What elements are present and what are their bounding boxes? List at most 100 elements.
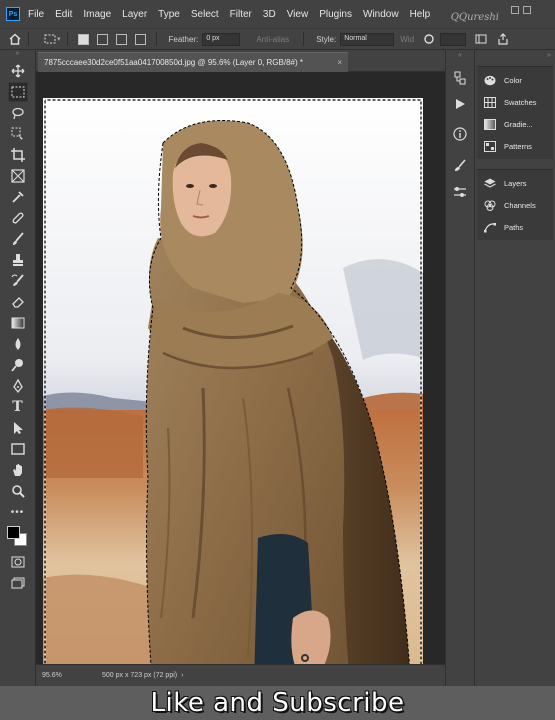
zoom-level[interactable]: 95.6%	[42, 672, 82, 679]
subscribe-banner-text: Like and Subscribe	[150, 688, 405, 718]
menu-plugins[interactable]: Plugins	[319, 9, 352, 20]
frame-tool-icon[interactable]	[8, 166, 28, 186]
divider	[66, 32, 68, 46]
panel-color[interactable]: Color	[477, 69, 553, 91]
panel-layers-label: Layers	[504, 178, 527, 188]
panel-group-color: Color Swatches Gradie... Patterns	[477, 66, 553, 159]
workspace-icon[interactable]	[474, 32, 488, 46]
height-input[interactable]	[440, 32, 467, 46]
panel-swatches[interactable]: Swatches	[477, 91, 553, 113]
feather-label: Feather:	[168, 34, 199, 44]
menu-view[interactable]: View	[287, 9, 309, 20]
crop-tool-icon[interactable]	[8, 145, 28, 165]
hand-tool-icon[interactable]	[8, 460, 28, 480]
palette-icon	[483, 75, 496, 86]
new-selection-button[interactable]	[77, 33, 89, 45]
zoom-tool-icon[interactable]	[8, 481, 28, 501]
healing-brush-tool-icon[interactable]	[8, 208, 28, 228]
maximize-icon[interactable]	[523, 6, 531, 14]
home-icon[interactable]	[8, 32, 22, 46]
tools-panel: » T •••	[0, 50, 36, 686]
document-size: 500 px x 723 px (72 ppi)	[102, 672, 178, 679]
menu-window[interactable]: Window	[363, 9, 399, 20]
color-swatches[interactable]	[6, 526, 29, 548]
panel-gradients[interactable]: Gradie...	[477, 113, 553, 135]
subtract-selection-button[interactable]	[115, 33, 127, 45]
status-menu-icon[interactable]: ›	[181, 672, 183, 679]
rectangular-marquee-tool-icon[interactable]	[7, 82, 28, 102]
divider	[303, 32, 305, 46]
eyedropper-tool-icon[interactable]	[8, 187, 28, 207]
menu-type[interactable]: Type	[158, 9, 180, 20]
share-icon[interactable]	[496, 32, 510, 46]
blur-tool-icon[interactable]	[8, 334, 28, 354]
divider	[155, 32, 157, 46]
pattern-icon	[483, 140, 496, 152]
menu-file[interactable]: File	[28, 9, 44, 20]
panel-paths[interactable]: Paths	[477, 216, 553, 238]
document-tab[interactable]: 7875cccaee30d2ce0f51aa041700850d.jpg @ 9…	[38, 52, 348, 72]
panel-patterns-label: Patterns	[504, 141, 532, 151]
type-tool-icon[interactable]: T	[8, 397, 28, 417]
move-tool-icon[interactable]	[8, 61, 28, 81]
panel-channels[interactable]: Channels	[477, 194, 553, 216]
panel-collapse-icon[interactable]: «	[446, 52, 474, 62]
quick-mask-icon[interactable]	[8, 552, 28, 572]
panel-dock-strip: «	[445, 50, 475, 686]
layers-icon	[483, 178, 496, 189]
object-selection-tool-icon[interactable]	[8, 124, 28, 144]
document-tab-title: 7875cccaee30d2ce0f51aa041700850d.jpg @ 9…	[44, 58, 303, 67]
add-selection-button[interactable]	[96, 33, 108, 45]
panel-collapse-icon[interactable]: »	[0, 50, 35, 60]
menu-filter[interactable]: Filter	[230, 9, 252, 20]
menu-layer[interactable]: Layer	[122, 9, 147, 20]
menu-bar: Ps File Edit Image Layer Type Select Fil…	[0, 0, 555, 28]
panel-patterns[interactable]: Patterns	[477, 135, 553, 157]
panel-layers[interactable]: Layers	[477, 172, 553, 194]
info-icon[interactable]	[450, 124, 470, 144]
status-bar: 95.6% 500 px x 723 px (72 ppi) ›	[36, 664, 445, 686]
divider	[28, 32, 29, 46]
menu-select[interactable]: Select	[191, 9, 219, 20]
path-selection-tool-icon[interactable]	[8, 418, 28, 438]
photoshop-logo-icon[interactable]: Ps	[6, 7, 20, 21]
more-tools-icon[interactable]: •••	[8, 502, 28, 522]
feather-input[interactable]: 0 px	[202, 32, 241, 46]
canvas-workspace	[36, 72, 445, 719]
panel-channels-label: Channels	[504, 200, 536, 210]
clone-stamp-tool-icon[interactable]	[8, 250, 28, 270]
foreground-color-swatch[interactable]	[6, 526, 20, 539]
rectangle-tool-icon[interactable]	[8, 439, 28, 459]
swap-icon[interactable]	[422, 32, 436, 46]
panel-expand-icon[interactable]: »	[475, 52, 555, 62]
adjustments-icon[interactable]	[450, 182, 470, 202]
marquee-preset-icon[interactable]	[43, 32, 57, 46]
brush-tool-icon[interactable]	[8, 229, 28, 249]
minimize-icon[interactable]	[511, 6, 519, 14]
close-icon[interactable]: ×	[337, 58, 342, 67]
menu-help[interactable]: Help	[410, 9, 431, 20]
panel-color-label: Color	[504, 75, 522, 85]
history-brush-tool-icon[interactable]	[8, 271, 28, 291]
brush-settings-icon[interactable]	[450, 156, 470, 176]
gradient-tool-icon[interactable]	[8, 313, 28, 333]
menu-image[interactable]: Image	[83, 9, 111, 20]
style-select[interactable]: Normal	[340, 32, 395, 46]
menu-edit[interactable]: Edit	[55, 9, 72, 20]
lasso-tool-icon[interactable]	[8, 103, 28, 123]
eraser-tool-icon[interactable]	[8, 292, 28, 312]
screen-mode-icon[interactable]	[8, 573, 28, 593]
history-panel-icon[interactable]	[450, 68, 470, 88]
panel-swatches-label: Swatches	[504, 97, 537, 107]
chevron-down-icon[interactable]: ▾	[57, 35, 61, 43]
grid-icon	[483, 96, 496, 108]
intersect-selection-button[interactable]	[134, 33, 146, 45]
pen-tool-icon[interactable]	[8, 376, 28, 396]
document-canvas[interactable]	[43, 98, 423, 719]
antialias-checkbox[interactable]: Anti-alias	[256, 35, 289, 44]
dodge-tool-icon[interactable]	[8, 355, 28, 375]
actions-play-icon[interactable]	[450, 94, 470, 114]
menu-3d[interactable]: 3D	[263, 9, 276, 20]
width-label: Wid	[400, 34, 415, 44]
channels-icon	[483, 200, 496, 211]
